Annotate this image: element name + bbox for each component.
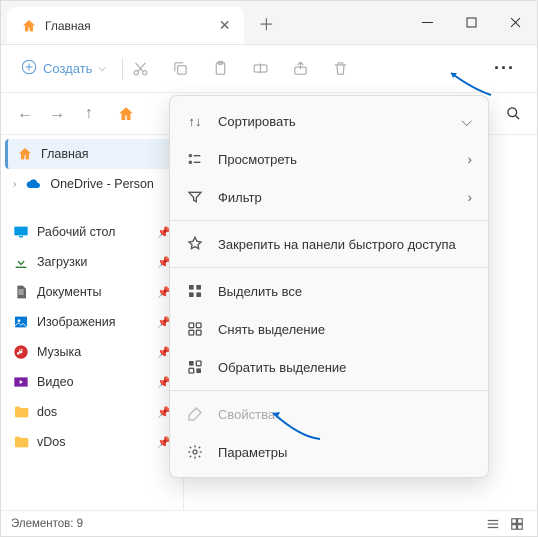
menu-label: Выделить все — [218, 284, 302, 299]
menu-select-all[interactable]: Выделить все — [170, 272, 488, 310]
navigation-sidebar: Главная › OneDrive - Person Рабочий стол… — [1, 135, 184, 510]
properties-icon — [186, 405, 204, 423]
menu-view[interactable]: Просмотреть › — [170, 140, 488, 178]
sidebar-label: dos — [37, 405, 57, 419]
share-button[interactable] — [291, 60, 309, 78]
menu-label: Фильтр — [218, 190, 262, 205]
view-icon — [186, 150, 204, 168]
menu-label: Просмотреть — [218, 152, 297, 167]
more-dropdown-menu: ↑↓ Сортировать ⌵ Просмотреть › Фильтр › … — [169, 95, 489, 478]
sidebar-documents[interactable]: Документы 📌 — [1, 277, 183, 307]
tab-title: Главная — [45, 19, 91, 33]
tab-close-button[interactable]: ✕ — [219, 17, 231, 34]
sidebar-pictures[interactable]: Изображения 📌 — [1, 307, 183, 337]
sidebar-label: Видео — [37, 375, 74, 389]
menu-properties: Свойства — [170, 395, 488, 433]
chevron-down-icon: ⌵ — [98, 63, 106, 74]
invert-selection-icon — [186, 358, 204, 376]
gear-icon — [186, 443, 204, 461]
minimize-button[interactable] — [405, 1, 449, 45]
close-button[interactable] — [493, 1, 537, 45]
sidebar-label: vDos — [37, 435, 65, 449]
up-button[interactable]: ↑ — [75, 100, 103, 128]
sidebar-videos[interactable]: Видео 📌 — [1, 367, 183, 397]
sidebar-downloads[interactable]: Загрузки 📌 — [1, 247, 183, 277]
menu-label: Закрепить на панели быстрого доступа — [218, 237, 456, 252]
downloads-icon — [13, 254, 29, 270]
select-all-icon — [186, 282, 204, 300]
folder-icon — [13, 404, 29, 420]
forward-button[interactable]: → — [43, 100, 71, 128]
back-button[interactable]: ← — [11, 100, 39, 128]
menu-label: Обратить выделение — [218, 360, 346, 375]
pictures-icon — [13, 314, 29, 330]
expand-icon[interactable]: › — [13, 179, 16, 190]
menu-options[interactable]: Параметры — [170, 433, 488, 471]
onedrive-icon — [26, 176, 42, 192]
documents-icon — [13, 284, 29, 300]
music-icon — [13, 344, 29, 360]
breadcrumb-home-icon[interactable] — [115, 103, 137, 125]
sidebar-label: OneDrive - Person — [50, 177, 154, 191]
sidebar-label: Документы — [37, 285, 101, 299]
folder-icon — [13, 434, 29, 450]
new-tab-button[interactable]: ＋ — [258, 11, 274, 35]
menu-select-none[interactable]: Снять выделение — [170, 310, 488, 348]
plus-circle-icon — [21, 59, 37, 78]
sidebar-label: Музыка — [37, 345, 81, 359]
select-none-icon — [186, 320, 204, 338]
window-titlebar: Главная ✕ ＋ — [1, 1, 537, 45]
menu-sort[interactable]: ↑↓ Сортировать ⌵ — [170, 102, 488, 140]
pin-icon — [186, 235, 204, 253]
create-label: Создать — [43, 61, 92, 76]
sidebar-label: Главная — [41, 147, 89, 161]
thumbnails-view-button[interactable] — [507, 514, 527, 534]
window-controls — [405, 1, 537, 45]
sidebar-vdos[interactable]: vDos 📌 — [1, 427, 183, 457]
delete-button[interactable] — [331, 60, 349, 78]
status-bar: Элементов: 9 — [1, 510, 537, 536]
copy-button[interactable] — [171, 60, 189, 78]
sidebar-dos[interactable]: dos 📌 — [1, 397, 183, 427]
filter-icon — [186, 188, 204, 206]
home-icon — [21, 18, 37, 34]
item-count: Элементов: 9 — [11, 518, 83, 530]
command-toolbar: Создать ⌵ ··· — [1, 45, 537, 93]
sidebar-label: Загрузки — [37, 255, 87, 269]
sidebar-home[interactable]: Главная — [5, 139, 179, 169]
chevron-right-icon: › — [467, 151, 472, 167]
maximize-button[interactable] — [449, 1, 493, 45]
menu-label: Свойства — [218, 407, 275, 422]
menu-invert-selection[interactable]: Обратить выделение — [170, 348, 488, 386]
chevron-right-icon: › — [467, 189, 472, 205]
more-options-button[interactable]: ··· — [484, 52, 525, 85]
desktop-icon — [13, 224, 29, 240]
videos-icon — [13, 374, 29, 390]
sidebar-onedrive[interactable]: › OneDrive - Person — [1, 169, 183, 199]
rename-button[interactable] — [251, 60, 269, 78]
cut-button[interactable] — [131, 60, 149, 78]
search-button[interactable] — [499, 100, 527, 128]
sidebar-desktop[interactable]: Рабочий стол 📌 — [1, 217, 183, 247]
details-view-button[interactable] — [483, 514, 503, 534]
home-icon — [17, 146, 33, 162]
menu-label: Сортировать — [218, 114, 296, 129]
menu-pin-quick-access[interactable]: Закрепить на панели быстрого доступа — [170, 225, 488, 263]
sidebar-label: Рабочий стол — [37, 225, 115, 239]
create-button[interactable]: Создать ⌵ — [13, 53, 114, 84]
sort-icon: ↑↓ — [186, 112, 204, 130]
tab-home[interactable]: Главная ✕ — [7, 7, 244, 44]
sidebar-music[interactable]: Музыка 📌 — [1, 337, 183, 367]
menu-label: Снять выделение — [218, 322, 325, 337]
menu-filter[interactable]: Фильтр › — [170, 178, 488, 216]
menu-label: Параметры — [218, 445, 287, 460]
paste-button[interactable] — [211, 60, 229, 78]
sidebar-label: Изображения — [37, 315, 116, 329]
chevron-down-icon: ⌵ — [461, 113, 472, 130]
